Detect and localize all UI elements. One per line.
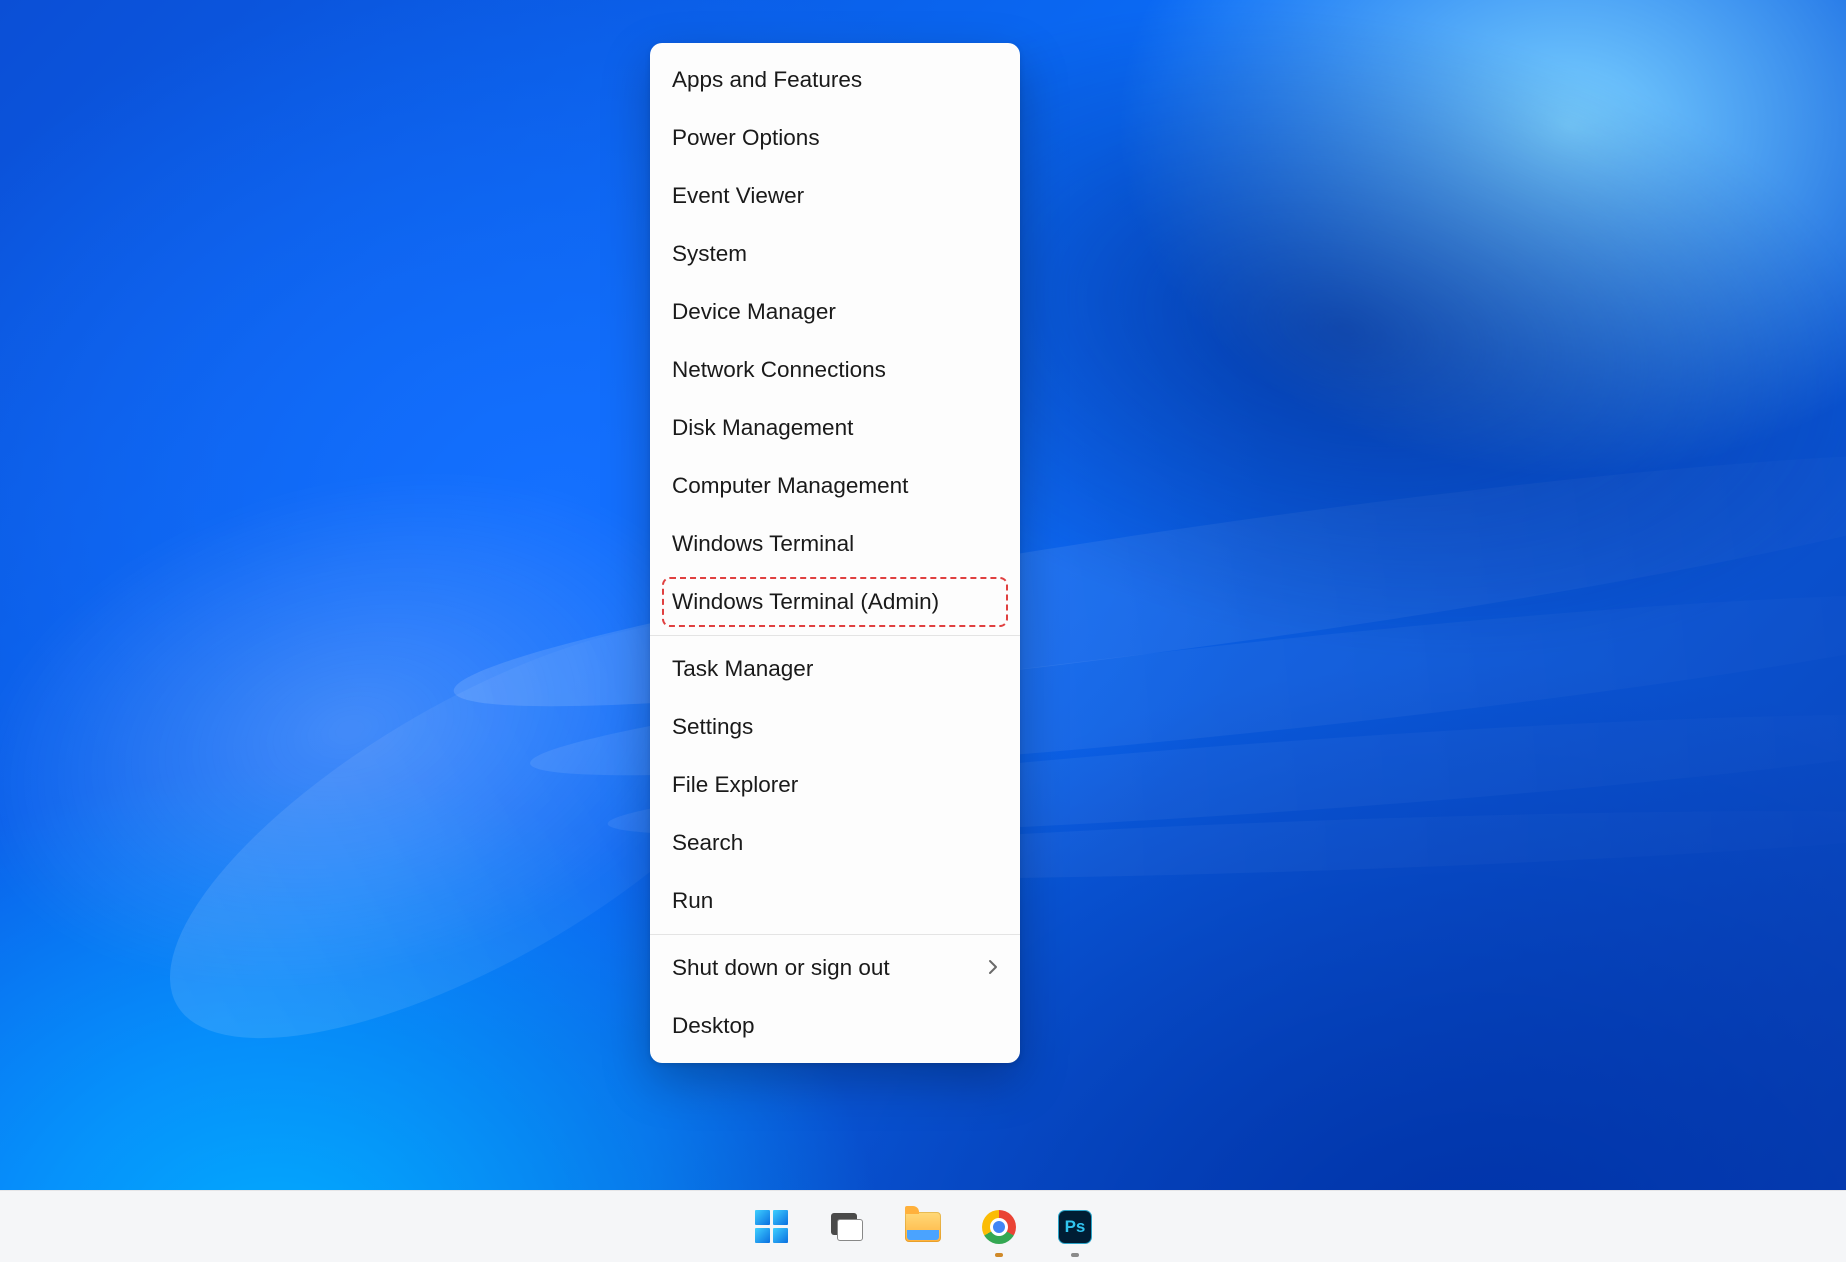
menu-item-apps-and-features[interactable]: Apps and Features — [650, 51, 1020, 109]
winx-context-menu: Apps and Features Power Options Event View… — [650, 43, 1020, 1063]
menu-item-file-explorer[interactable]: File Explorer — [650, 756, 1020, 814]
desktop: Apps and Features Power Options Event View… — [0, 0, 1846, 1262]
menu-item-label: Power Options — [672, 125, 820, 151]
menu-separator — [650, 934, 1020, 935]
menu-item-label: Computer Management — [672, 473, 908, 499]
menu-item-label: Network Connections — [672, 357, 886, 383]
start-icon — [755, 1210, 788, 1243]
chevron-right-icon — [988, 955, 998, 981]
menu-item-run[interactable]: Run — [650, 872, 1020, 930]
menu-item-settings[interactable]: Settings — [650, 698, 1020, 756]
menu-item-event-viewer[interactable]: Event Viewer — [650, 167, 1020, 225]
menu-item-label: Search — [672, 830, 743, 856]
running-indicator — [995, 1253, 1003, 1257]
menu-item-task-manager[interactable]: Task Manager — [650, 640, 1020, 698]
menu-item-label: Apps and Features — [672, 67, 862, 93]
menu-item-system[interactable]: System — [650, 225, 1020, 283]
start-button[interactable] — [751, 1207, 791, 1247]
file-explorer-icon — [905, 1212, 941, 1242]
menu-item-shut-down-sign-out[interactable]: Shut down or sign out — [650, 939, 1020, 997]
chrome-button[interactable] — [979, 1207, 1019, 1247]
taskbar: Ps — [0, 1190, 1846, 1262]
task-view-icon — [831, 1213, 863, 1241]
menu-item-label: Task Manager — [672, 656, 813, 682]
menu-item-label: Windows Terminal (Admin) — [672, 589, 939, 615]
menu-item-label: Disk Management — [672, 415, 853, 441]
menu-item-windows-terminal-admin[interactable]: Windows Terminal (Admin) — [650, 573, 1020, 631]
menu-item-label: Device Manager — [672, 299, 836, 325]
task-view-button[interactable] — [827, 1207, 867, 1247]
menu-item-label: Windows Terminal — [672, 531, 854, 557]
menu-item-search[interactable]: Search — [650, 814, 1020, 872]
menu-item-label: Shut down or sign out — [672, 955, 890, 981]
menu-item-label: Run — [672, 888, 713, 914]
menu-item-device-manager[interactable]: Device Manager — [650, 283, 1020, 341]
menu-item-windows-terminal[interactable]: Windows Terminal — [650, 515, 1020, 573]
menu-item-computer-management[interactable]: Computer Management — [650, 457, 1020, 515]
menu-item-network-connections[interactable]: Network Connections — [650, 341, 1020, 399]
file-explorer-button[interactable] — [903, 1207, 943, 1247]
photoshop-button[interactable]: Ps — [1055, 1207, 1095, 1247]
menu-item-label: Event Viewer — [672, 183, 804, 209]
menu-item-label: System — [672, 241, 747, 267]
menu-item-label: Desktop — [672, 1013, 755, 1039]
photoshop-icon: Ps — [1058, 1210, 1092, 1244]
menu-item-power-options[interactable]: Power Options — [650, 109, 1020, 167]
menu-item-disk-management[interactable]: Disk Management — [650, 399, 1020, 457]
menu-separator — [650, 635, 1020, 636]
menu-item-label: File Explorer — [672, 772, 798, 798]
menu-item-desktop[interactable]: Desktop — [650, 997, 1020, 1055]
running-indicator — [1071, 1253, 1079, 1257]
menu-item-label: Settings — [672, 714, 753, 740]
chrome-icon — [982, 1210, 1016, 1244]
